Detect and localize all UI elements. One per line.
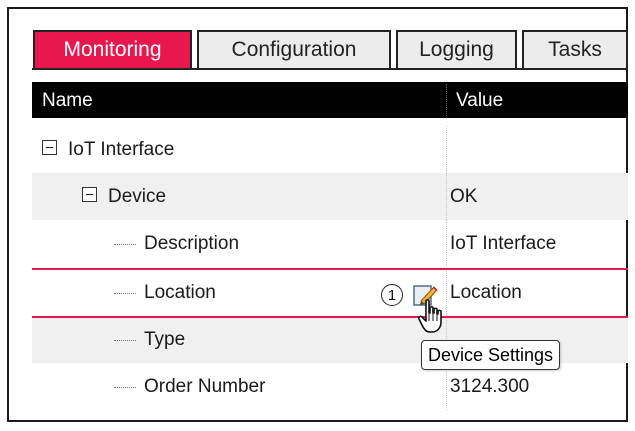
hand-pointer-icon xyxy=(418,299,442,333)
selection-bottom-border xyxy=(32,316,628,318)
row-value: 3124.300 xyxy=(450,376,530,397)
table-header: Name Value xyxy=(32,82,628,118)
collapse-minus-icon[interactable] xyxy=(42,140,57,155)
selection-top-border xyxy=(32,268,628,270)
tooltip-device-settings: Device Settings xyxy=(421,340,561,370)
column-header-value[interactable]: Value xyxy=(456,90,503,112)
tree-connector xyxy=(114,340,136,341)
tree-connector xyxy=(114,293,136,294)
tab-logging[interactable]: Logging xyxy=(396,30,517,68)
tab-tasks[interactable]: Tasks xyxy=(522,30,628,68)
tree-row-device[interactable]: Device OK xyxy=(32,173,628,220)
row-label: Device xyxy=(108,186,167,207)
row-label: IoT Interface xyxy=(68,139,175,160)
row-label: Type xyxy=(144,329,186,350)
tree-connector xyxy=(114,244,136,245)
tab-monitoring[interactable]: Monitoring xyxy=(33,30,192,68)
tree-row-order-number[interactable]: Order Number 3124.300 xyxy=(32,363,628,410)
row-value: OK xyxy=(450,186,478,207)
row-label: Description xyxy=(144,233,240,254)
row-value: IoT Interface xyxy=(450,233,557,254)
tree-row-iot-interface[interactable]: IoT Interface xyxy=(32,126,628,173)
column-header-name[interactable]: Name xyxy=(42,90,93,112)
collapse-minus-icon[interactable] xyxy=(82,187,97,202)
column-divider xyxy=(446,84,447,116)
tab-underline xyxy=(32,68,628,70)
tab-configuration[interactable]: Configuration xyxy=(197,30,391,68)
row-value: Location xyxy=(450,282,522,303)
tree-connector xyxy=(114,387,136,388)
callout-number: 1 xyxy=(381,284,403,306)
tree-row-description[interactable]: Description IoT Interface xyxy=(32,220,628,267)
row-label: Location xyxy=(144,282,216,303)
row-label: Order Number xyxy=(144,376,266,397)
tree-row-location[interactable]: Location Location xyxy=(32,269,628,316)
